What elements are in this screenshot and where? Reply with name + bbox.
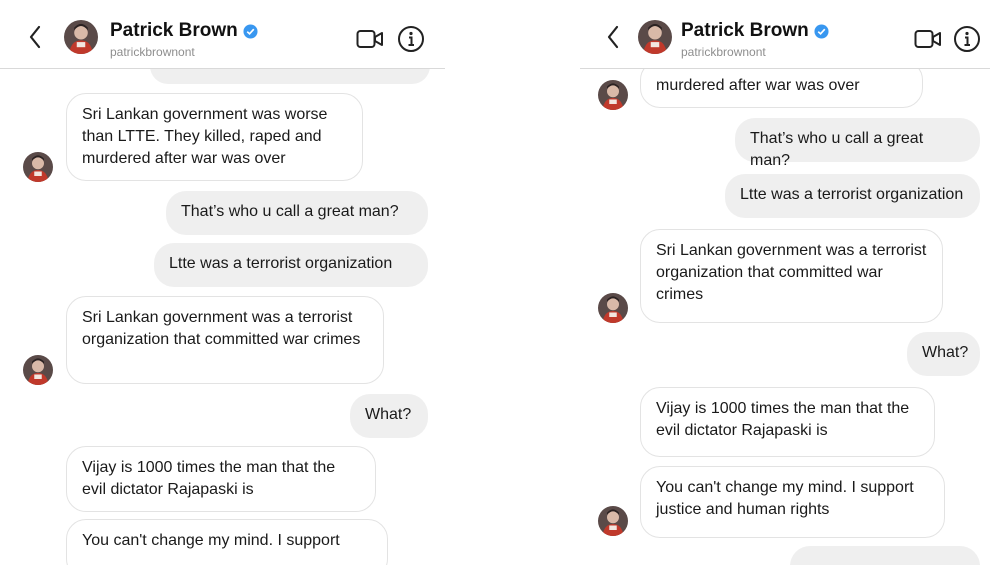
contact-username: patrickbrownont xyxy=(110,45,195,59)
chat-header: Patrick Brown patrickbrownont xyxy=(580,0,990,69)
verified-badge-icon xyxy=(814,23,829,39)
info-icon[interactable] xyxy=(953,25,981,53)
contact-name-row[interactable]: Patrick Brown xyxy=(681,20,829,42)
verified-badge-icon xyxy=(243,23,258,39)
message-bubble-outgoing: What? xyxy=(907,332,980,376)
video-call-icon[interactable] xyxy=(356,28,384,50)
message-bubble-incoming: Sri Lankan government was a terrorist or… xyxy=(640,229,943,323)
message-bubble-outgoing: What? xyxy=(350,394,428,438)
message-bubble-incoming: You can't change my mind. I support xyxy=(66,519,388,565)
contact-name: Patrick Brown xyxy=(110,20,238,41)
message-bubble-outgoing: That’s who u call a great man? xyxy=(166,191,428,235)
info-icon[interactable] xyxy=(397,25,425,53)
contact-name-row[interactable]: Patrick Brown xyxy=(110,20,258,42)
partial-message-bubble xyxy=(790,546,980,565)
avatar xyxy=(598,293,628,323)
avatar xyxy=(598,506,628,536)
avatar xyxy=(23,355,53,385)
message-bubble-outgoing: Ltte was a terrorist organization xyxy=(725,174,980,218)
avatar xyxy=(598,80,628,110)
video-call-icon[interactable] xyxy=(914,28,942,50)
message-bubble-outgoing: That’s who u call a great man? xyxy=(735,118,980,169)
chevron-left-icon[interactable] xyxy=(28,25,42,49)
message-bubble-incoming: Sri Lankan government was worse than LTT… xyxy=(66,93,363,181)
contact-username: patrickbrownont xyxy=(681,45,766,59)
avatar xyxy=(23,152,53,182)
message-bubble-incoming: Sri Lankan government was a terrorist or… xyxy=(66,296,384,384)
chat-header: Patrick Brown patrickbrownont xyxy=(0,0,445,69)
chat-screenshot-left: Patrick Brown patrickbrownont Sri Lankan… xyxy=(0,0,445,565)
avatar[interactable] xyxy=(638,20,672,54)
chevron-left-icon[interactable] xyxy=(606,25,620,49)
avatar[interactable] xyxy=(64,20,98,54)
contact-name: Patrick Brown xyxy=(681,20,809,41)
message-bubble-incoming: Vijay is 1000 times the man that the evi… xyxy=(66,446,376,512)
message-bubble-incoming: You can't change my mind. I support just… xyxy=(640,466,945,538)
message-bubble-incoming: Vijay is 1000 times the man that the evi… xyxy=(640,387,935,457)
chat-screenshot-right: Patrick Brown patrickbrownont murdered a… xyxy=(580,0,990,565)
message-bubble-outgoing: Ltte was a terrorist organization xyxy=(154,243,428,287)
